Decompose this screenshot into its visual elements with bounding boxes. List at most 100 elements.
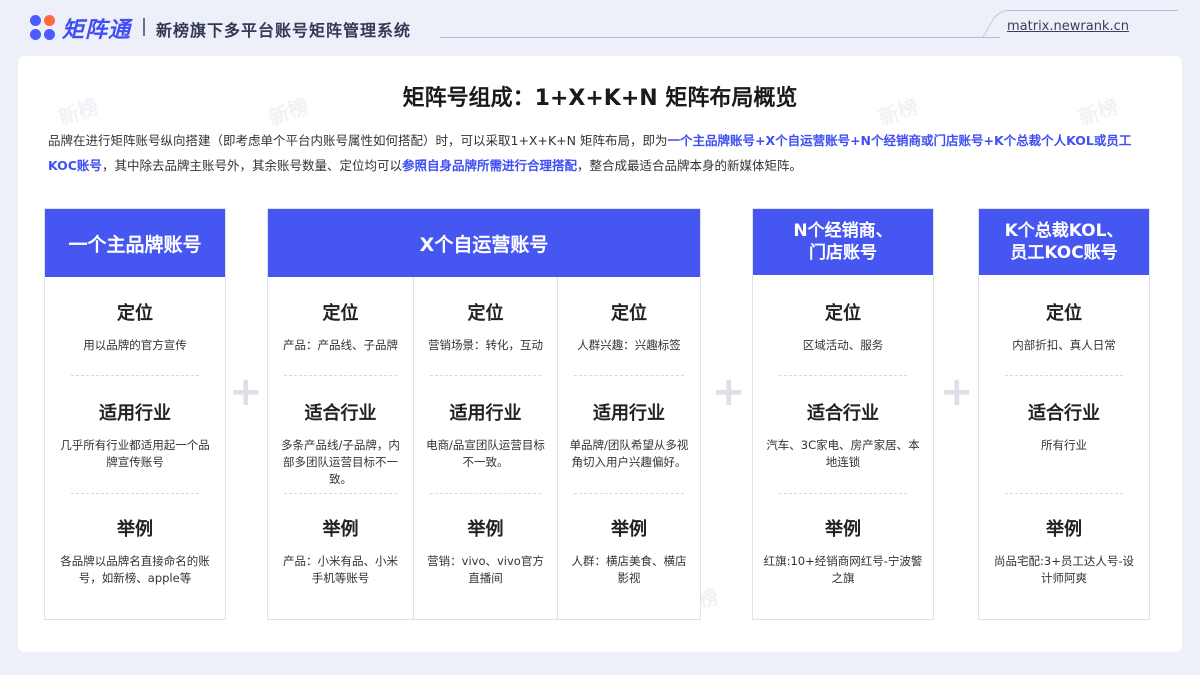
dashed-divider [1005, 493, 1123, 494]
dashed-divider [779, 375, 907, 376]
positioning-block: 定位 内部折扣、真人日常 [979, 299, 1149, 354]
dashed-divider [430, 493, 541, 494]
column-header-line: N个经销商、 [793, 221, 893, 241]
top-bar: 矩阵通 新榜旗下多平台账号矩阵管理系统 matrix.newrank.cn [0, 0, 1200, 56]
positioning-text: 用以品牌的官方宣传 [83, 338, 187, 352]
example-block: 举例 尚品宅配:3+员工达人号-设计师阿爽 [979, 515, 1149, 587]
column-main-brand: 一个主品牌账号 定位 用以品牌的官方宣传 适用行业 几乎所有行业都适用起一个品牌… [44, 208, 226, 620]
industry-text: 多条产品线/子品牌，内部多团队运营目标不一致。 [281, 438, 400, 486]
example-text: 红旗:10+经销商网红号-宁波警之旗 [763, 554, 923, 585]
dashed-divider [574, 375, 684, 376]
column-section: 定位 产品：产品线、子品牌 适合行业 多条产品线/子品牌，内部多团队运营目标不一… [268, 277, 413, 619]
column-section: 定位 区域活动、服务 适合行业 汽车、3C家电、房产家居、本地连锁 举例 红旗:… [753, 277, 933, 619]
logo[interactable]: 矩阵通 [30, 15, 132, 43]
example-text: 人群：横店美食、横店影视 [571, 554, 687, 585]
column-header-line: 员工KOC账号 [1010, 243, 1118, 263]
positioning-title: 定位 [611, 303, 647, 324]
intro-text: 品牌在进行矩阵账号纵向搭建（即考虑单个平台内账号属性如何搭配）时，可以采取1+X… [48, 133, 668, 148]
example-text: 尚品宅配:3+员工达人号-设计师阿爽 [994, 554, 1134, 585]
example-text: 产品：小米有品、小米手机等账号 [283, 554, 398, 585]
column-header-line: 门店账号 [808, 243, 877, 263]
header-divider [143, 18, 145, 36]
industry-text: 几乎所有行业都适用起一个品牌宣传账号 [60, 438, 210, 469]
example-block: 举例 产品：小米有品、小米手机等账号 [268, 515, 413, 587]
column-self-operated: X个自运营账号 定位 产品：产品线、子品牌 适合行业 多条产品线/子品牌，内部多… [267, 208, 701, 620]
example-title: 举例 [322, 519, 359, 540]
positioning-text: 内部折扣、真人日常 [1012, 338, 1116, 352]
page-title: 矩阵号组成：1+X+K+N 矩阵布局概览 [402, 86, 798, 111]
column-header: N个经销商、 门店账号 [753, 209, 933, 275]
positioning-text: 人群兴趣：兴趣标签 [577, 338, 681, 352]
industry-text: 汽车、3C家电、房产家居、本地连锁 [766, 438, 920, 469]
intro-paragraph: 品牌在进行矩阵账号纵向搭建（即考虑单个平台内账号属性如何搭配）时，可以采取1+X… [48, 128, 1158, 178]
industry-block: 适合行业 多条产品线/子品牌，内部多团队运营目标不一致。 [268, 399, 413, 488]
positioning-title: 定位 [117, 303, 153, 324]
logo-dots-icon [30, 15, 56, 41]
example-title: 举例 [611, 519, 647, 540]
example-text: 营销：vivo、vivo官方直播间 [427, 554, 544, 585]
positioning-block: 定位 人群兴趣：兴趣标签 [558, 299, 700, 354]
column-executive-employee: K个总裁KOL、 员工KOC账号 定位 内部折扣、真人日常 适合行业 所有行业 … [978, 208, 1150, 620]
positioning-text: 产品：产品线、子品牌 [283, 338, 398, 352]
dashed-divider [1005, 375, 1123, 376]
logo-text: 矩阵通 [62, 18, 132, 43]
dashed-divider [430, 375, 541, 376]
example-block: 举例 人群：横店美食、横店影视 [558, 515, 700, 587]
column-header-line: X个自运营账号 [419, 233, 549, 256]
positioning-title: 定位 [467, 303, 504, 324]
example-block: 举例 各品牌以品牌名直接命名的账号，如新榜、apple等 [45, 515, 225, 587]
plus-icon: + [229, 369, 263, 415]
industry-text: 所有行业 [1041, 438, 1087, 452]
industry-text: 电商/品宣团队运营目标不一致。 [426, 438, 545, 469]
example-title: 举例 [467, 519, 504, 540]
industry-title: 适合行业 [1028, 403, 1100, 424]
column-section: 定位 内部折扣、真人日常 适合行业 所有行业 举例 尚品宅配:3+员工达人号-设… [979, 277, 1149, 619]
industry-block: 适用行业 单品牌/团队希望从多视角切入用户兴趣偏好。 [558, 399, 700, 471]
industry-title: 适用行业 [449, 403, 522, 424]
positioning-block: 定位 区域活动、服务 [753, 299, 933, 354]
column-header-line: 一个主品牌账号 [68, 233, 202, 256]
industry-block: 适用行业 电商/品宣团队运营目标不一致。 [414, 399, 557, 471]
dashed-divider [284, 493, 397, 494]
positioning-block: 定位 用以品牌的官方宣传 [45, 299, 225, 354]
example-title: 举例 [117, 519, 153, 540]
example-title: 举例 [825, 519, 861, 540]
dashed-divider [71, 375, 199, 376]
dashed-divider [779, 493, 907, 494]
dashed-divider [71, 493, 199, 494]
industry-block: 适合行业 汽车、3C家电、房产家居、本地连锁 [753, 399, 933, 471]
header-line [440, 37, 1000, 38]
intro-text: ，其中除去品牌主账号外，其余账号数量、定位均可以 [101, 158, 402, 173]
positioning-title: 定位 [1046, 303, 1082, 324]
dashed-divider [284, 375, 397, 376]
industry-title: 适用行业 [99, 403, 171, 424]
column-header: X个自运营账号 [268, 209, 700, 277]
positioning-block: 定位 营销场景：转化，互动 [414, 299, 557, 354]
intro-highlight: 参照自身品牌所需进行合理搭配 [401, 158, 577, 173]
intro-text: ，整合成最适合品牌本身的新媒体矩阵。 [576, 158, 802, 173]
column-section: 定位 用以品牌的官方宣传 适用行业 几乎所有行业都适用起一个品牌宣传账号 举例 … [45, 277, 225, 619]
industry-block: 适合行业 所有行业 [979, 399, 1149, 454]
example-block: 举例 红旗:10+经销商网红号-宁波警之旗 [753, 515, 933, 587]
positioning-text: 区域活动、服务 [802, 338, 884, 352]
industry-text: 单品牌/团队希望从多视角切入用户兴趣偏好。 [569, 438, 689, 469]
industry-title: 适合行业 [304, 403, 377, 424]
column-dealer-store: N个经销商、 门店账号 定位 区域活动、服务 适合行业 汽车、3C家电、房产家居… [752, 208, 934, 620]
example-block: 举例 营销：vivo、vivo官方直播间 [414, 515, 557, 587]
plus-icon: + [940, 369, 974, 415]
column-section: 定位 人群兴趣：兴趣标签 适用行业 单品牌/团队希望从多视角切入用户兴趣偏好。 … [557, 277, 700, 619]
positioning-text: 营销场景：转化，互动 [428, 338, 543, 352]
industry-title: 适用行业 [593, 403, 665, 424]
positioning-block: 定位 产品：产品线、子品牌 [268, 299, 413, 354]
header-subtitle: 新榜旗下多平台账号矩阵管理系统 [156, 21, 412, 40]
site-url-link[interactable]: matrix.newrank.cn [1007, 19, 1129, 34]
column-section: 定位 营销场景：转化，互动 适用行业 电商/品宣团队运营目标不一致。 举例 营销… [413, 277, 557, 619]
industry-title: 适合行业 [807, 403, 879, 424]
positioning-title: 定位 [322, 303, 359, 324]
example-title: 举例 [1046, 519, 1082, 540]
column-header: K个总裁KOL、 员工KOC账号 [979, 209, 1149, 275]
industry-block: 适用行业 几乎所有行业都适用起一个品牌宣传账号 [45, 399, 225, 471]
positioning-title: 定位 [825, 303, 861, 324]
dashed-divider [574, 493, 684, 494]
content-panel: 新榜 新榜 新榜 新榜 新榜 矩阵号组成：1+X+K+N 矩阵布局概览 品牌在进… [18, 56, 1182, 652]
